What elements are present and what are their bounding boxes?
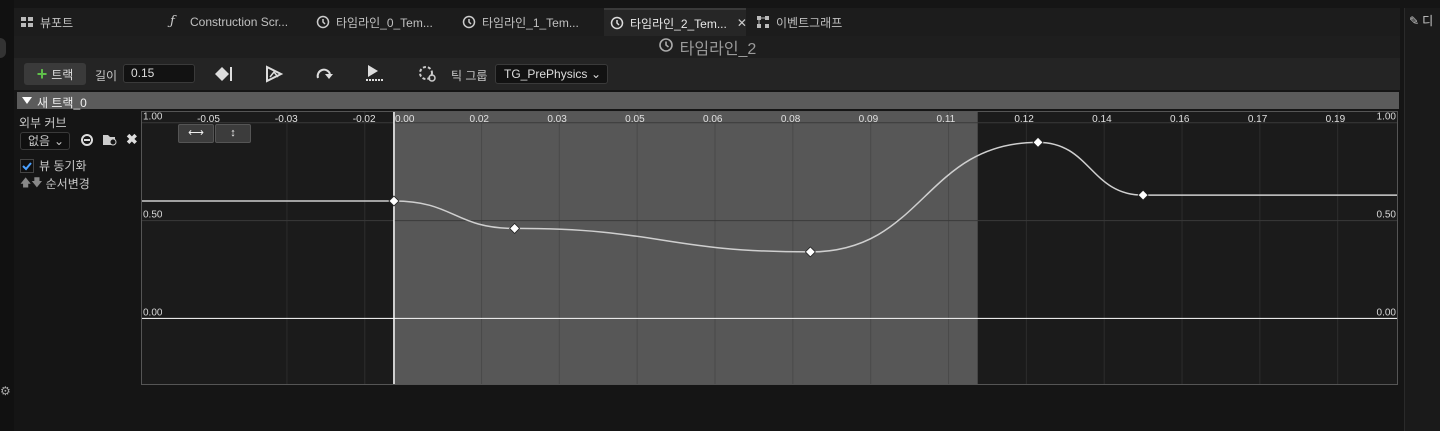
x-tick-label: 0.02 <box>470 114 490 125</box>
reorder-arrows-icon: 🡅🡇 <box>20 177 43 189</box>
x-tick-label: 0.03 <box>547 114 567 125</box>
length-label: 길이 <box>95 69 118 83</box>
curve-graph[interactable]: -0.05 -0.03 -0.02 0.00 0.02 0.03 0.05 0.06 0.08 0… <box>141 111 1398 385</box>
tick-group-dropdown[interactable]: TG_PrePhysics ⌄ <box>495 64 608 84</box>
add-track-label: 트랙 <box>51 67 74 82</box>
fit-horizontal-icon: ⟷ <box>188 127 204 139</box>
x-tick-label: -0.02 <box>353 114 376 125</box>
plus-icon: + <box>36 64 48 84</box>
external-curve-dropdown[interactable]: 없음 ⌄ <box>20 132 70 150</box>
tick-group-label: 틱 그룹 <box>451 69 488 83</box>
y-tick-label: 0.00 <box>143 307 163 318</box>
page-title-text: 타임라인_2 <box>679 41 757 58</box>
tab-label: 타임라인_0_Tem... <box>336 15 433 30</box>
replicated-icon[interactable] <box>416 64 438 87</box>
sync-view-checkbox[interactable] <box>20 158 34 173</box>
right-details-panel: ✎ 디 <box>1404 8 1440 431</box>
grid-icon <box>20 15 34 29</box>
panel-collapse-handle[interactable] <box>0 38 6 58</box>
tab-construction-script[interactable]: ƒ Construction Scr... <box>170 8 288 36</box>
create-curve-icon[interactable] <box>80 133 94 150</box>
chevron-down-icon: ⌄ <box>590 67 601 81</box>
tab-details[interactable]: ✎ 디 <box>1409 12 1433 29</box>
page-title: 타임라인_2 <box>14 36 1400 58</box>
keyframe-icon[interactable] <box>214 65 234 86</box>
fit-vertical-icon: ↕ <box>230 127 236 139</box>
sync-view-row: 뷰 동기화 <box>20 157 87 174</box>
zoom-horizontal-button[interactable]: ⟷ <box>178 124 214 143</box>
x-tick-label: 0.00 <box>395 114 415 125</box>
x-tick-label: 0.08 <box>781 114 801 125</box>
length-input[interactable]: 0.15 <box>123 64 195 83</box>
x-tick-label: -0.03 <box>275 114 298 125</box>
function-icon: ƒ <box>170 14 175 29</box>
x-tick-label: 0.09 <box>859 114 879 125</box>
x-tick-label: 0.17 <box>1248 114 1268 125</box>
y-tick-label-right: 0.00 <box>1377 307 1397 318</box>
clock-icon <box>316 15 330 29</box>
x-tick-label: 0.12 <box>1014 114 1034 125</box>
tab-label: Construction Scr... <box>190 15 289 29</box>
tab-timeline-2[interactable]: 타임라인_2_Tem... ✕ <box>604 8 747 36</box>
tab-timeline-1[interactable]: 타임라인_1_Tem... <box>462 8 579 36</box>
title-bar: 타임라인_2 <box>14 36 1400 58</box>
track-header[interactable]: 새 트랙_0 <box>17 92 1399 110</box>
tab-timeline-0[interactable]: 타임라인_0_Tem... <box>316 8 433 36</box>
graph-icon <box>756 15 770 29</box>
collapse-triangle-icon[interactable] <box>21 94 33 109</box>
clock-icon <box>610 16 624 30</box>
y-tick-label-right: 1.00 <box>1377 112 1397 123</box>
tab-label: 이벤트그래프 <box>776 15 843 30</box>
x-tick-label: 0.05 <box>625 114 645 125</box>
tab-label: 타임라인_1_Tem... <box>482 15 579 30</box>
tab-viewport[interactable]: 뷰포트 <box>20 8 73 36</box>
x-tick-label: 0.11 <box>937 114 956 125</box>
add-track-button[interactable]: + 트랙 <box>24 63 86 85</box>
reorder-label: 순서변경 <box>45 177 90 191</box>
external-curve-label: 외부 커브 <box>19 116 67 130</box>
tab-label: 뷰포트 <box>40 15 74 30</box>
tab-event-graph[interactable]: 이벤트그래프 <box>756 8 842 36</box>
clear-icon[interactable]: ✖ <box>126 131 138 148</box>
y-tick-label: 1.00 <box>143 112 163 123</box>
gear-icon[interactable]: ⚙ <box>0 384 11 398</box>
tick-group-value: TG_PrePhysics <box>504 67 588 81</box>
toolbar: + 트랙 길이 0.15 틱 그룹 TG_PrePhysics ⌄ <box>14 58 1400 90</box>
external-curve-value: 없음 <box>28 134 51 148</box>
browse-folder-icon[interactable] <box>102 133 118 150</box>
tab-label: 디 <box>1422 14 1434 28</box>
tab-label: 타임라인_2_Tem... <box>630 16 727 31</box>
loop-icon[interactable] <box>314 65 336 86</box>
reorder-row[interactable]: 🡅🡇 순서변경 <box>20 174 90 193</box>
x-tick-label: 0.19 <box>1326 114 1346 125</box>
x-tick-label: 0.16 <box>1170 114 1190 125</box>
pencil-icon: ✎ <box>1409 13 1420 28</box>
close-icon[interactable]: ✕ <box>737 16 747 30</box>
y-tick-label: 0.50 <box>143 210 163 221</box>
x-tick-label: 0.06 <box>703 114 723 125</box>
zoom-vertical-button[interactable]: ↕ <box>215 124 251 143</box>
sync-view-label: 뷰 동기화 <box>39 159 87 173</box>
last-keyframe-icon[interactable] <box>364 63 386 86</box>
clock-icon <box>462 15 476 29</box>
track-name: 새 트랙_0 <box>37 96 87 110</box>
clock-icon <box>658 37 674 58</box>
chevron-down-icon: ⌄ <box>53 134 64 148</box>
autoplay-icon[interactable] <box>264 65 284 86</box>
left-strip: ⚙ <box>0 0 14 431</box>
x-tick-label: 0.14 <box>1092 114 1112 125</box>
y-tick-label-right: 0.50 <box>1377 210 1397 221</box>
